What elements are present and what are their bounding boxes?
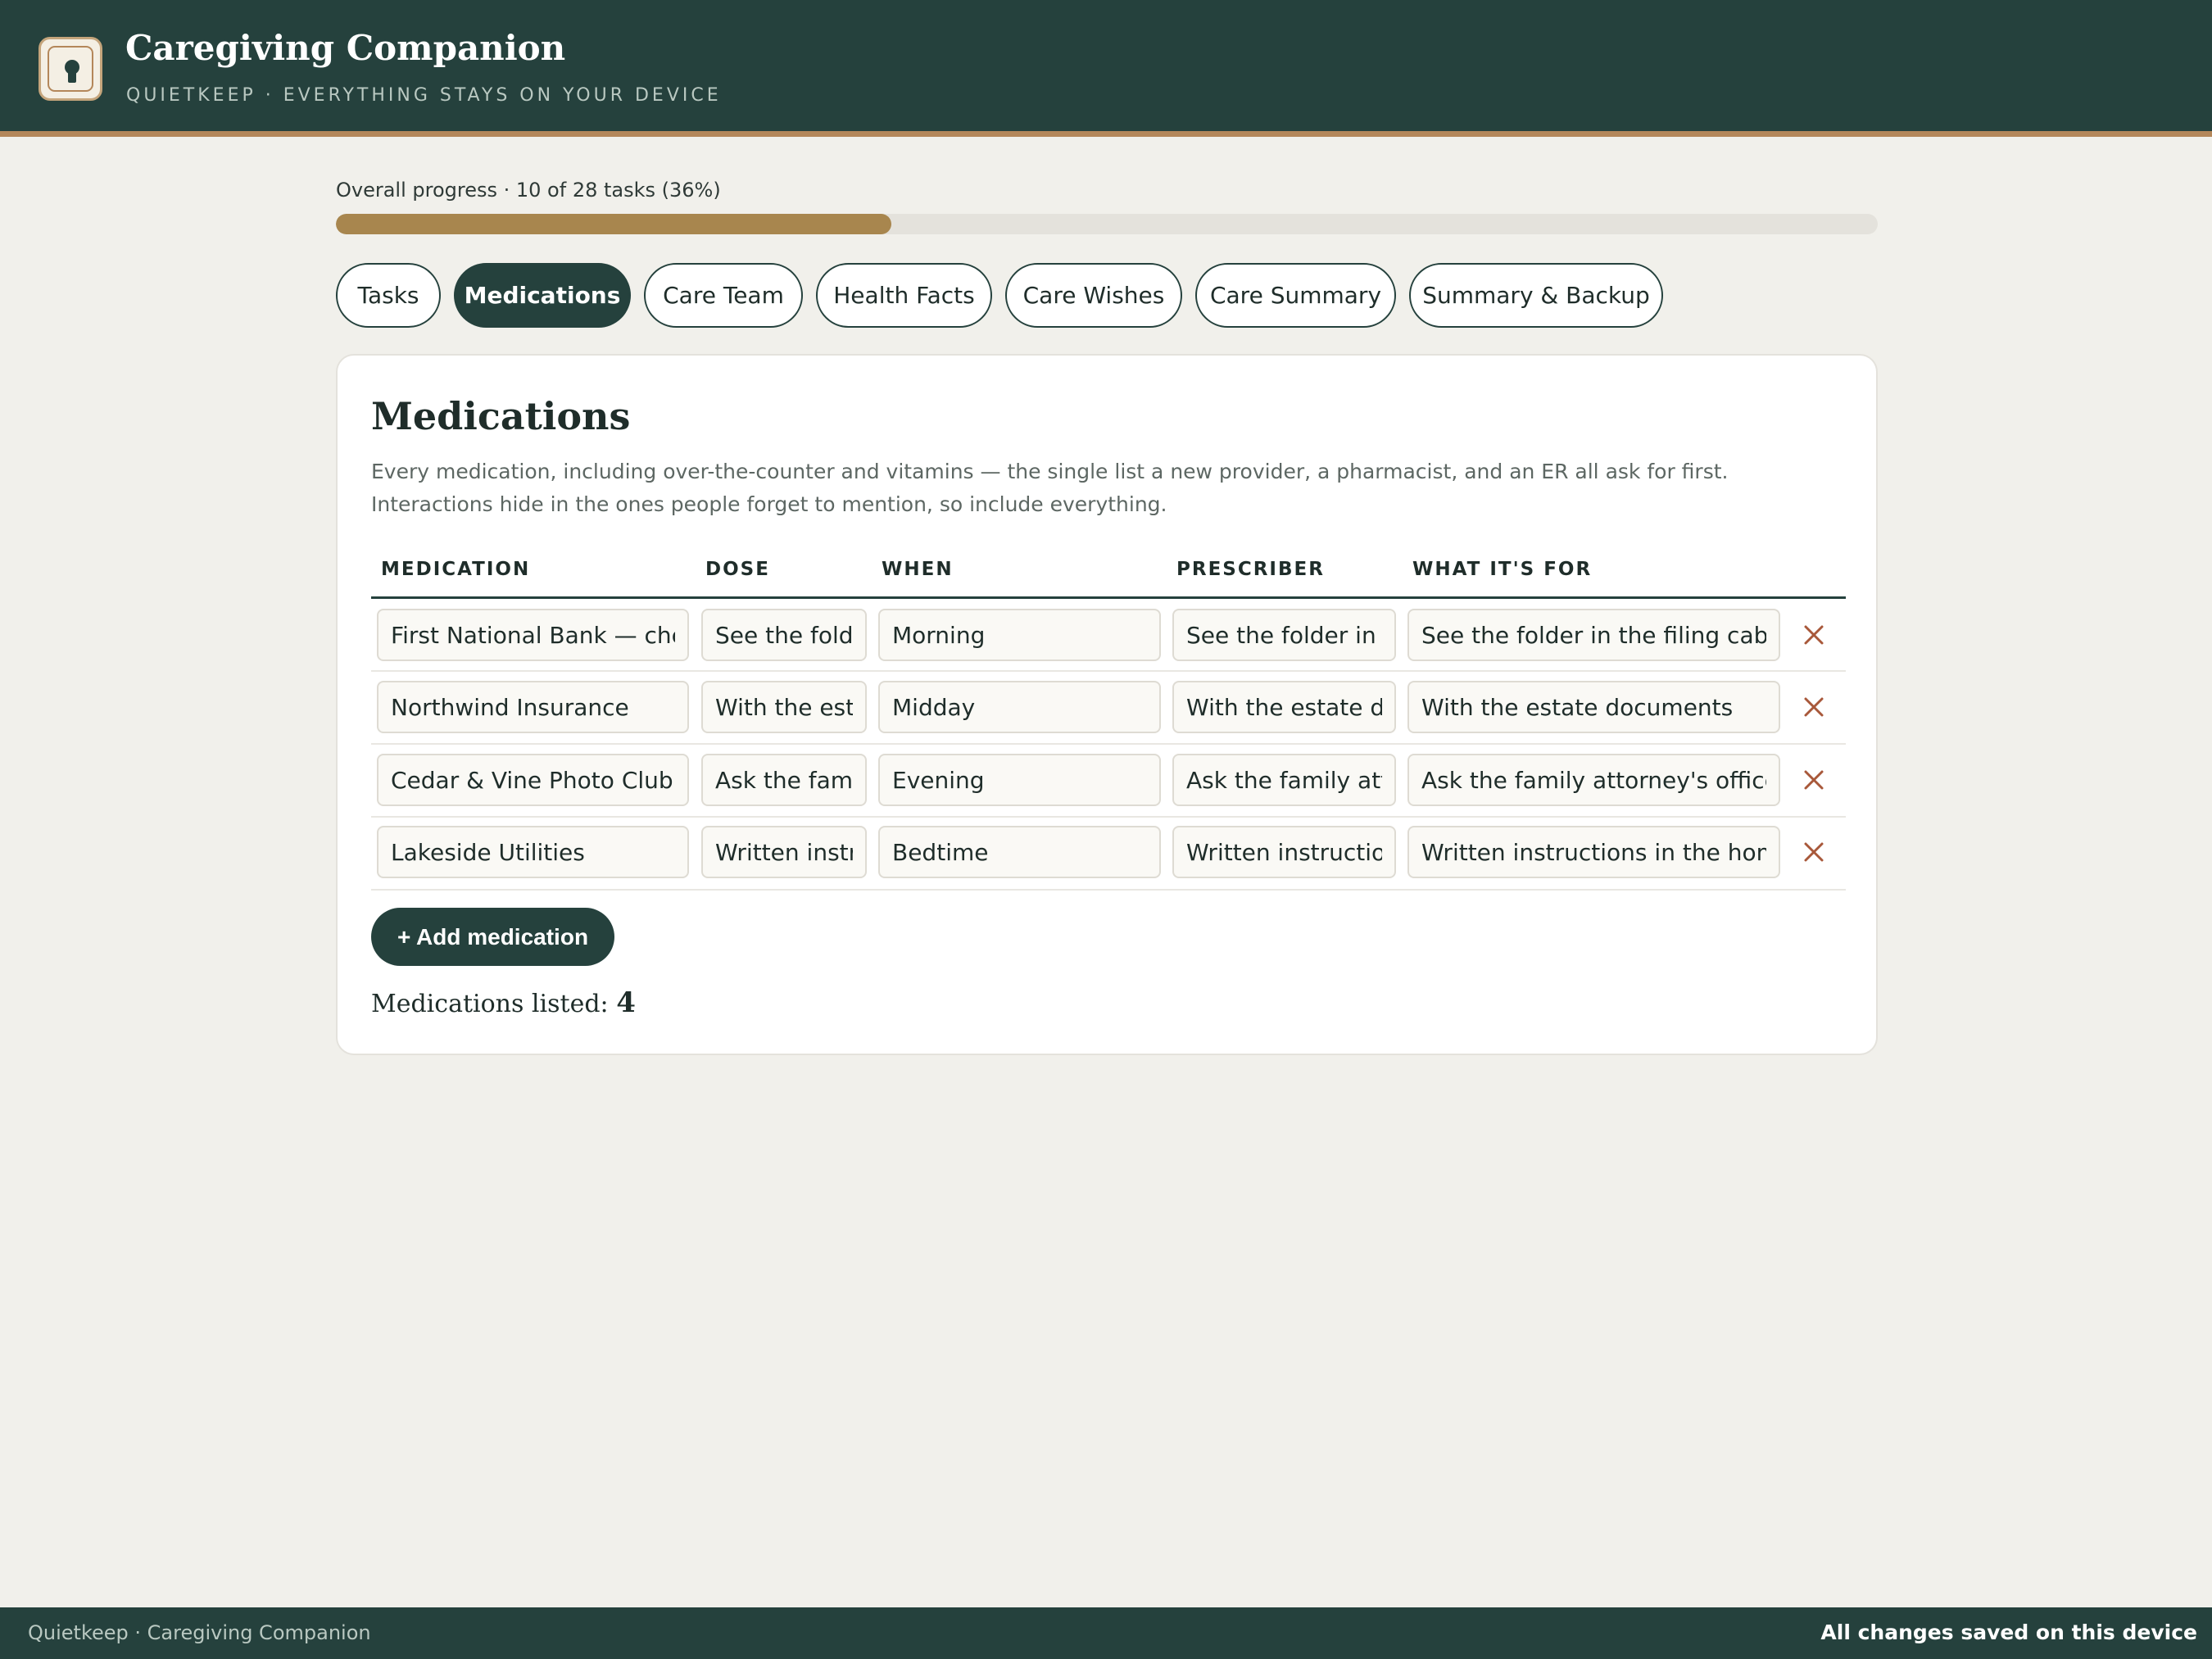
dose-input[interactable] [701, 754, 867, 806]
tab-tasks[interactable]: Tasks [336, 263, 441, 328]
row-divider [371, 670, 1846, 672]
keyhole-icon [48, 46, 93, 92]
medication-count: Medications listed: 4 [371, 986, 636, 1019]
column-header-dose: DOSE [705, 559, 770, 580]
when-input[interactable] [878, 754, 1161, 806]
purpose-input[interactable] [1407, 681, 1780, 733]
remove-row-button[interactable] [1794, 760, 1834, 800]
medication-count-label: Medications listed: [371, 990, 609, 1018]
tab-care-summary[interactable]: Care Summary [1195, 263, 1396, 328]
progress-label: Overall progress · 10 of 28 tasks (36%) [336, 179, 721, 202]
app-header: Caregiving Companion QUIETKEEP · EVERYTH… [0, 0, 2212, 137]
app-footer: Quietkeep · Caregiving Companion All cha… [0, 1607, 2212, 1659]
remove-row-button[interactable] [1794, 615, 1834, 655]
medication-name-input[interactable] [377, 826, 689, 878]
remove-row-button[interactable] [1794, 832, 1834, 872]
dose-input[interactable] [701, 609, 867, 661]
purpose-input[interactable] [1407, 826, 1780, 878]
section-title: Medications [371, 394, 631, 438]
row-divider [371, 889, 1846, 891]
table-header-divider [371, 596, 1846, 599]
tab-summary-backup[interactable]: Summary & Backup [1409, 263, 1663, 328]
section-description: Every medication, including over-the-cou… [371, 460, 1729, 516]
medication-count-value: 4 [616, 986, 636, 1019]
prescriber-input[interactable] [1172, 826, 1396, 878]
dose-input[interactable] [701, 681, 867, 733]
progress-fill [336, 214, 891, 234]
when-input[interactable] [878, 609, 1161, 661]
row-divider [371, 816, 1846, 818]
when-input[interactable] [878, 826, 1161, 878]
prescriber-input[interactable] [1172, 681, 1396, 733]
dose-input[interactable] [701, 826, 867, 878]
tab-care-team[interactable]: Care Team [644, 263, 803, 328]
footer-app-name: Quietkeep · Caregiving Companion [28, 1621, 371, 1644]
column-header-purpose: WHAT IT'S FOR [1412, 559, 1593, 580]
progress-bar [336, 214, 1878, 234]
purpose-input[interactable] [1407, 609, 1780, 661]
purpose-input[interactable] [1407, 754, 1780, 806]
medication-name-input[interactable] [377, 681, 689, 733]
close-icon [1804, 770, 1824, 790]
close-icon [1804, 625, 1824, 645]
column-header-when: WHEN [882, 559, 954, 580]
tab-care-wishes[interactable]: Care Wishes [1005, 263, 1182, 328]
tab-health-facts[interactable]: Health Facts [816, 263, 992, 328]
app-logo [39, 37, 102, 101]
column-header-medication: MEDICATION [381, 559, 531, 580]
add-medication-button[interactable]: + Add medication [371, 908, 614, 966]
prescriber-input[interactable] [1172, 754, 1396, 806]
medication-name-input[interactable] [377, 754, 689, 806]
column-header-prescriber: PRESCRIBER [1176, 559, 1325, 580]
row-divider [371, 743, 1846, 745]
remove-row-button[interactable] [1794, 687, 1834, 727]
app-title: Caregiving Companion [125, 28, 566, 68]
medication-name-input[interactable] [377, 609, 689, 661]
prescriber-input[interactable] [1172, 609, 1396, 661]
app-subtitle: QUIETKEEP · EVERYTHING STAYS ON YOUR DEV… [126, 85, 722, 106]
close-icon [1804, 697, 1824, 717]
close-icon [1804, 842, 1824, 862]
tab-medications[interactable]: Medications [454, 263, 631, 328]
save-status: All changes saved on this device [1820, 1620, 2197, 1644]
medications-card: Medications Every medication, including … [336, 354, 1878, 1055]
when-input[interactable] [878, 681, 1161, 733]
